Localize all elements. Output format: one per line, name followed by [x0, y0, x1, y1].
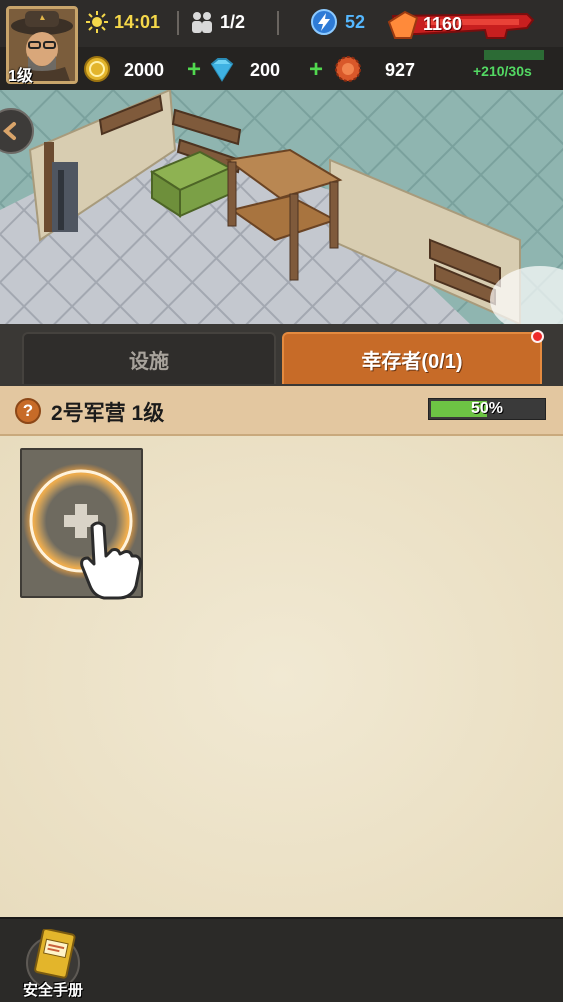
gem-display: [208, 58, 236, 82]
population-text: 1/2: [220, 11, 246, 32]
population-icon: [192, 12, 212, 33]
barracks-room-illustration: [0, 90, 563, 324]
add-coins-button[interactable]: +: [187, 58, 201, 82]
energy-display[interactable]: 52: [311, 9, 365, 35]
room-scene[interactable]: [0, 90, 563, 324]
safety-manual-label: 安全手册: [22, 982, 83, 999]
hud-divider: [177, 11, 179, 35]
energy-text: 52: [345, 11, 366, 32]
production-rate: +210/30s: [473, 63, 532, 79]
rate-banner-top: [484, 47, 544, 60]
building-progress-bar: 50%: [428, 398, 546, 420]
safety-manual-button[interactable]: 安全手册: [18, 928, 88, 1001]
sun-icon: [86, 11, 108, 33]
population-display[interactable]: 1/2: [190, 11, 245, 33]
bottlecap-amount: 927: [385, 60, 416, 80]
gem-amount: 200: [250, 60, 281, 80]
diamond-icon: [210, 58, 234, 82]
notification-dot: [531, 330, 544, 343]
tab-survivors[interactable]: 幸存者(0/1): [282, 332, 542, 384]
tab-facilities[interactable]: 设施: [22, 332, 276, 384]
add-gems-button[interactable]: +: [309, 58, 323, 82]
lightning-icon: [311, 9, 337, 35]
power-display[interactable]: 1160: [387, 8, 535, 42]
bottle-cap-icon: [335, 56, 361, 82]
tap-hand-icon: [80, 521, 142, 600]
hud-divider: [277, 11, 279, 35]
top-hud: 1级 14:01 1/2 52 1160 2000 + 200 + 927 +2…: [0, 0, 563, 90]
banner-flag-icon: [484, 50, 544, 60]
survivor-slot-empty[interactable]: [20, 448, 143, 600]
player-level: 1级: [8, 68, 33, 85]
coin-display: [84, 56, 110, 82]
building-title: 2号军营 1级: [51, 402, 165, 425]
coin-icon: [84, 56, 110, 82]
tab-bar: 设施 幸存者(0/1): [0, 324, 563, 386]
time-display: 14:01: [86, 11, 160, 33]
coin-amount: 2000: [124, 60, 165, 80]
bottom-bar: 安全手册: [0, 917, 563, 1002]
progress-text: 50%: [470, 400, 504, 417]
bottlecap-display: [335, 56, 361, 82]
building-header: ? 2号军营 1级 50%: [0, 386, 563, 436]
rotate-icon: [2, 122, 16, 140]
help-icon[interactable]: ?: [15, 398, 41, 424]
power-text: 1160: [423, 14, 463, 34]
time-text: 14:01: [114, 11, 161, 32]
